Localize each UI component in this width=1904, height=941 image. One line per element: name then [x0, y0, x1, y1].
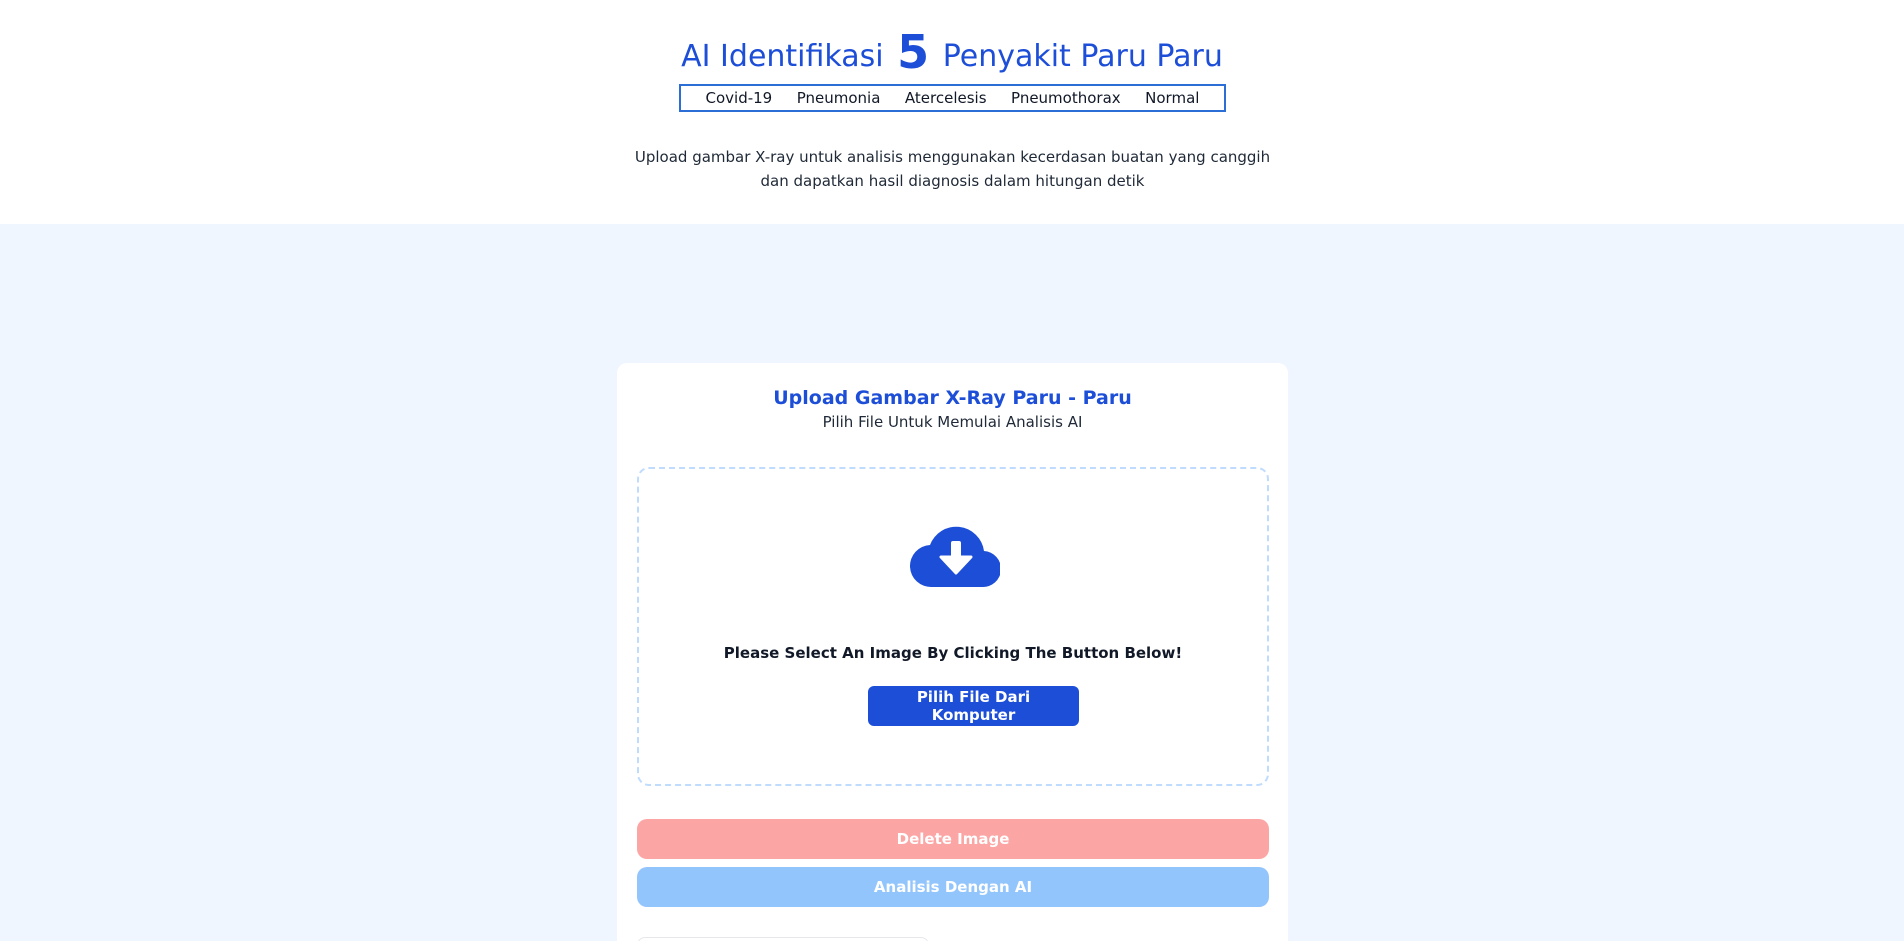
delete-image-button[interactable]: Delete Image — [637, 819, 1269, 859]
title-prefix: AI Identifikasi — [681, 39, 884, 74]
disease-covid: Covid-19 — [705, 89, 773, 107]
cloud-download-icon — [910, 526, 1000, 588]
title-number: 5 — [897, 25, 930, 79]
pick-file-button[interactable]: Pilih File Dari Komputer — [868, 686, 1079, 726]
analyze-ai-button[interactable]: Analisis Dengan AI — [637, 867, 1269, 907]
disease-normal: Normal — [1145, 89, 1200, 107]
title-suffix: Penyakit Paru Paru — [942, 39, 1223, 74]
disease-pneumonia: Pneumonia — [796, 89, 881, 107]
upload-card-title: Upload Gambar X-Ray Paru - Paru — [773, 387, 1132, 409]
upload-card: Upload Gambar X-Ray Paru - Paru Pilih Fi… — [617, 363, 1288, 941]
page-title: AI Identifikasi 5 Penyakit Paru Paru — [0, 28, 1904, 81]
upload-card-subtitle: Pilih File Untuk Memulai Analisis AI — [822, 413, 1083, 431]
upload-dropzone[interactable]: Please Select An Image By Clicking The B… — [637, 467, 1269, 786]
partial-next-element — [637, 937, 929, 941]
disease-pneumothorax: Pneumothorax — [1011, 89, 1121, 107]
disease-list: Covid-19 Pneumonia Atercelesis Pneumotho… — [679, 84, 1226, 112]
disease-atercelesis: Atercelesis — [904, 89, 987, 107]
page-subtitle: Upload gambar X-ray untuk analisis mengg… — [634, 148, 1271, 190]
hero-header: AI Identifikasi 5 Penyakit Paru Paru Cov… — [0, 0, 1904, 224]
select-image-instruction: Please Select An Image By Clicking The B… — [723, 644, 1183, 662]
